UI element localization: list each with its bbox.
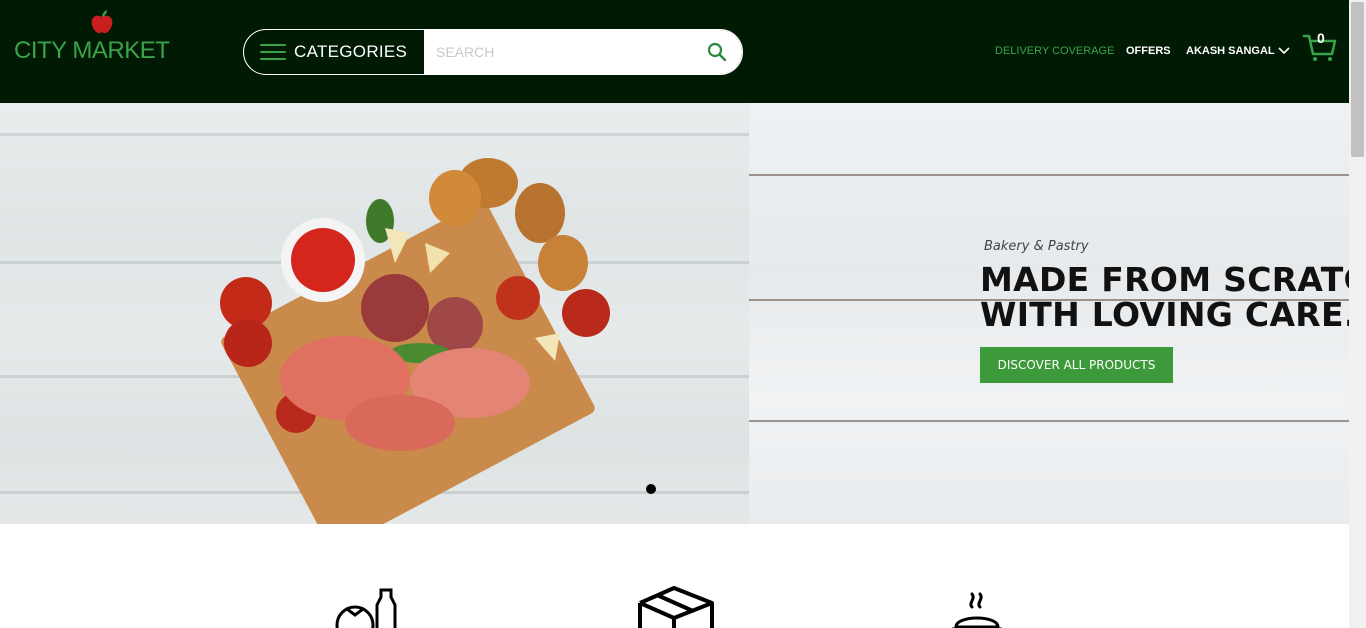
- apple-icon: [91, 10, 113, 34]
- chevron-down-icon: [1278, 47, 1290, 55]
- slider-dot[interactable]: [646, 484, 656, 494]
- food-illustration: [220, 158, 610, 451]
- search-input[interactable]: [424, 30, 692, 74]
- brand-name: CITY MARKET: [14, 37, 170, 64]
- hero-title: MADE FROM SCRATCH WITH LOVING CARE.: [980, 260, 1366, 334]
- discover-products-button[interactable]: DISCOVER ALL PRODUCTS: [980, 347, 1173, 383]
- user-name: AKASH SANGAL: [1186, 45, 1275, 57]
- search-icon: [707, 42, 727, 62]
- menu-icon: [260, 44, 286, 60]
- city-market-logo[interactable]: CITY MARKET: [14, 10, 170, 70]
- hero-subtitle: Bakery & Pastry: [984, 239, 1089, 254]
- page: { "brand": { "name": "CITY MARKET" }, "h…: [0, 0, 1366, 628]
- search-button[interactable]: [692, 30, 742, 74]
- hot-food-icon[interactable]: [942, 585, 1022, 628]
- site-header: CITY MARKET CATEGORIES DELIVERY COVERAGE…: [0, 0, 1349, 103]
- categories-label: CATEGORIES: [294, 42, 408, 61]
- user-menu[interactable]: AKASH SANGAL: [1186, 45, 1290, 57]
- nav-delivery-coverage[interactable]: DELIVERY COVERAGE: [995, 45, 1114, 57]
- nav-offers[interactable]: OFFERS: [1126, 45, 1171, 57]
- hero-food-image: [0, 103, 749, 524]
- search-bar: CATEGORIES: [243, 29, 743, 75]
- hero-title-line-2: WITH LOVING CARE.: [980, 295, 1357, 334]
- cart-count: 0: [1317, 30, 1325, 46]
- box-icon[interactable]: [636, 585, 716, 628]
- hero-title-line-1: MADE FROM SCRATCH: [980, 260, 1366, 299]
- scrollbar-thumb[interactable]: [1351, 2, 1364, 157]
- categories-button[interactable]: CATEGORIES: [244, 30, 424, 74]
- grocery-icon[interactable]: [333, 585, 413, 628]
